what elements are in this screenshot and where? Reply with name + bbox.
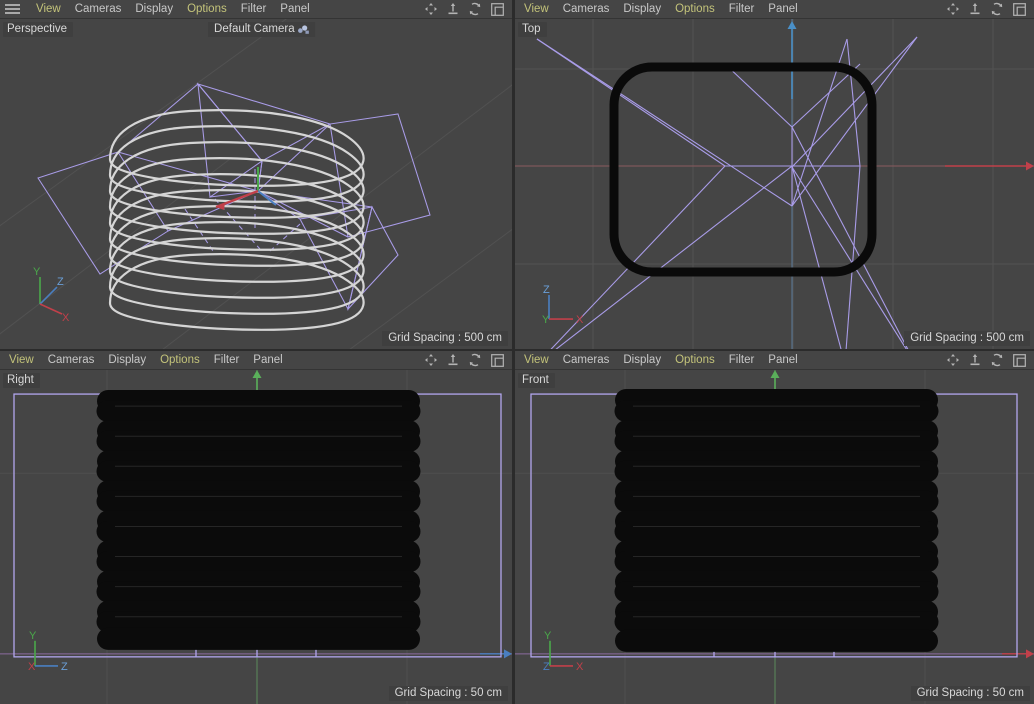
grid-spacing-top: Grid Spacing : 500 cm xyxy=(904,331,1030,347)
grid-spacing-right: Grid Spacing : 50 cm xyxy=(388,686,508,702)
menubar-icon-group xyxy=(424,353,508,367)
menu-item-filter[interactable]: Filter xyxy=(207,351,247,369)
maximize-panel-icon[interactable] xyxy=(491,2,504,16)
menubar-top: View Cameras Display Options Filter Pane… xyxy=(515,0,1034,19)
menubar-icon-group xyxy=(946,2,1030,16)
viewport-panel-front: View Cameras Display Options Filter Pane… xyxy=(515,351,1034,704)
menubar-perspective: View Cameras Display Options Filter Pane… xyxy=(0,0,512,19)
menu-item-display[interactable]: Display xyxy=(101,351,153,369)
top-scene: Z X Y xyxy=(515,19,1034,350)
maximize-panel-icon[interactable] xyxy=(1013,353,1026,367)
menubar-right: View Cameras Display Options Filter Pane… xyxy=(0,351,512,371)
move-tool-icon[interactable] xyxy=(424,2,438,16)
viewport-perspective[interactable]: Y Z X Perspective Default Camera Grid Sp… xyxy=(0,19,512,350)
menu-item-view[interactable]: View xyxy=(29,0,68,18)
right-scene: Y Z X xyxy=(0,370,512,704)
menubar-icon-group xyxy=(424,2,508,16)
hamburger-menu-icon[interactable] xyxy=(5,3,23,16)
viewport-label-right: Right xyxy=(3,373,40,389)
grid-spacing-front: Grid Spacing : 50 cm xyxy=(910,686,1030,702)
scale-tool-icon[interactable] xyxy=(969,2,981,16)
menu-item-display[interactable]: Display xyxy=(616,0,668,18)
menu-item-options[interactable]: Options xyxy=(668,0,722,18)
viewport-label-perspective: Perspective xyxy=(3,22,74,37)
menu-item-view[interactable]: View xyxy=(2,351,41,369)
menu-item-view[interactable]: View xyxy=(517,0,556,18)
svg-text:Z: Z xyxy=(57,276,64,288)
move-tool-icon[interactable] xyxy=(946,2,960,16)
svg-text:Z: Z xyxy=(543,661,550,673)
menubar-front: View Cameras Display Options Filter Pane… xyxy=(515,351,1034,371)
menu-item-panel[interactable]: Panel xyxy=(761,0,804,18)
menu-item-view[interactable]: View xyxy=(517,351,556,369)
viewport-camera-perspective[interactable]: Default Camera xyxy=(208,22,315,37)
svg-text:Y: Y xyxy=(29,630,37,642)
menu-item-filter[interactable]: Filter xyxy=(722,0,762,18)
camera-name-label: Default Camera xyxy=(214,23,295,35)
rotate-tool-icon[interactable] xyxy=(468,353,482,367)
menu-item-options[interactable]: Options xyxy=(180,0,234,18)
viewport-top[interactable]: Z X Y Top Grid Spacing : 500 cm xyxy=(515,19,1034,350)
rotate-tool-icon[interactable] xyxy=(990,353,1004,367)
viewport-label-top: Top xyxy=(518,22,547,37)
scale-tool-icon[interactable] xyxy=(969,353,981,367)
maximize-panel-icon[interactable] xyxy=(491,353,504,367)
menu-item-options[interactable]: Options xyxy=(153,351,207,369)
menu-item-filter[interactable]: Filter xyxy=(722,351,762,369)
svg-text:X: X xyxy=(576,314,584,326)
viewport-panel-top: View Cameras Display Options Filter Pane… xyxy=(515,0,1034,350)
menu-item-options[interactable]: Options xyxy=(668,351,722,369)
viewport-label-front: Front xyxy=(518,373,555,389)
perspective-scene: Y Z X xyxy=(0,19,512,350)
menu-item-cameras[interactable]: Cameras xyxy=(556,0,617,18)
menu-item-display[interactable]: Display xyxy=(616,351,668,369)
rotate-tool-icon[interactable] xyxy=(468,2,482,16)
menu-item-panel[interactable]: Panel xyxy=(761,351,804,369)
scale-tool-icon[interactable] xyxy=(447,2,459,16)
svg-text:X: X xyxy=(28,661,36,673)
menu-item-cameras[interactable]: Cameras xyxy=(556,351,617,369)
viewport-panel-perspective: View Cameras Display Options Filter Pane… xyxy=(0,0,512,350)
svg-text:Y: Y xyxy=(33,266,41,278)
rotate-tool-icon[interactable] xyxy=(990,2,1004,16)
viewport-front[interactable]: Y X Z Front Grid Spacing : 50 cm xyxy=(515,370,1034,704)
viewport-row-top: View Cameras Display Options Filter Pane… xyxy=(0,0,1034,350)
maximize-panel-icon[interactable] xyxy=(1013,2,1026,16)
svg-text:X: X xyxy=(62,312,70,324)
menu-item-cameras[interactable]: Cameras xyxy=(68,0,129,18)
svg-text:Y: Y xyxy=(544,630,552,642)
scale-tool-icon[interactable] xyxy=(447,353,459,367)
quad-view-window: View Cameras Display Options Filter Pane… xyxy=(0,0,1034,704)
front-scene: Y X Z xyxy=(515,370,1034,704)
menu-item-panel[interactable]: Panel xyxy=(273,0,316,18)
svg-text:Z: Z xyxy=(543,284,550,296)
grid-spacing-perspective: Grid Spacing : 500 cm xyxy=(382,331,508,347)
svg-text:Z: Z xyxy=(61,661,68,673)
viewport-right[interactable]: Y Z X Right Grid Spacing : 50 cm xyxy=(0,370,512,704)
menu-item-cameras[interactable]: Cameras xyxy=(41,351,102,369)
menu-item-filter[interactable]: Filter xyxy=(234,0,274,18)
viewport-row-bottom: View Cameras Display Options Filter Pane… xyxy=(0,351,1034,704)
svg-text:Y: Y xyxy=(542,314,550,326)
viewport-background xyxy=(0,19,512,350)
coil-bands-front xyxy=(614,389,939,652)
menu-item-panel[interactable]: Panel xyxy=(246,351,289,369)
svg-text:X: X xyxy=(576,661,584,673)
move-tool-icon[interactable] xyxy=(946,353,960,367)
move-tool-icon[interactable] xyxy=(424,353,438,367)
menubar-icon-group xyxy=(946,353,1030,367)
menu-item-display[interactable]: Display xyxy=(128,0,180,18)
coil-bands-right xyxy=(96,390,421,650)
viewport-panel-right: View Cameras Display Options Filter Pane… xyxy=(0,351,512,704)
camera-icon xyxy=(297,24,309,34)
